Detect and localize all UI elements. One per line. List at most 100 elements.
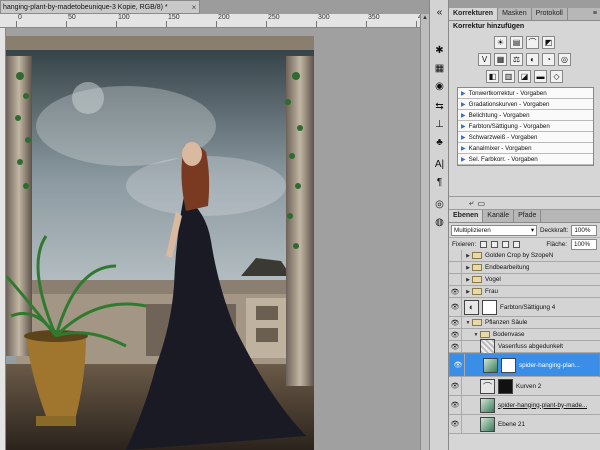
invert-icon[interactable]: ◧ xyxy=(486,70,499,83)
canvas-area[interactable] xyxy=(6,28,426,450)
brightness-icon[interactable]: ☀ xyxy=(494,36,507,49)
layer-mask-thumbnail[interactable] xyxy=(501,357,516,373)
ruler-tick xyxy=(16,21,17,27)
layer-row[interactable]: 👁 Vasenfuss abgedunkelt xyxy=(449,339,600,354)
layer-row[interactable]: 👁 ▼ Pflanzen Säule xyxy=(449,317,600,329)
preset-item[interactable]: ▶ Schwarzweiß - Vorgaben xyxy=(458,132,593,143)
layer-row[interactable]: 👁 Ebene 21 xyxy=(449,415,600,434)
disclosure-arrow-icon[interactable]: ▶ xyxy=(464,277,472,283)
opacity-label: Deckkraft: xyxy=(540,226,569,234)
preset-item[interactable]: ▶ Sel. Farbkorr. - Vorgaben xyxy=(458,154,593,165)
exposure-icon[interactable]: ◩ xyxy=(542,36,555,49)
visibility-eye-icon[interactable]: 👁 xyxy=(449,286,462,297)
visibility-eye-icon[interactable]: 👁 xyxy=(449,329,462,340)
expand-arrow-icon[interactable]: ▶ xyxy=(458,123,469,130)
visibility-eye-icon[interactable]: 👁 xyxy=(449,415,462,433)
photo-filter-icon[interactable]: ◔ xyxy=(542,53,555,66)
swatches-panel-icon[interactable]: ▦ xyxy=(433,62,446,75)
3d-panel-icon[interactable]: ◎ xyxy=(433,198,446,211)
lock-pixels-icon[interactable] xyxy=(491,241,499,248)
visibility-eye-icon[interactable]: 👁 xyxy=(449,298,462,316)
vibrance-icon[interactable]: V xyxy=(478,53,491,66)
character-panel-icon[interactable]: A| xyxy=(433,158,446,171)
paragraph-panel-icon[interactable]: ¶ xyxy=(433,176,446,189)
threshold-icon[interactable]: ◪ xyxy=(518,70,531,83)
expand-arrow-icon[interactable]: ▶ xyxy=(458,90,469,97)
disclosure-arrow-icon[interactable]: ▶ xyxy=(464,289,472,295)
opacity-field[interactable]: 100% xyxy=(571,224,598,236)
artwork-image[interactable] xyxy=(6,36,314,450)
visibility-eye-icon[interactable]: 👁 xyxy=(449,317,462,328)
expand-arrow-icon[interactable]: ▶ xyxy=(458,145,469,152)
canvas-scrollbar[interactable]: ▲ xyxy=(420,14,429,450)
expand-arrow-icon[interactable]: ▶ xyxy=(458,112,469,119)
preset-item[interactable]: ▶ Tonwertkorrektur - Vorgaben xyxy=(458,88,593,99)
layer-row[interactable]: 👁 ◐ Farbton/Sättigung 4 xyxy=(449,298,600,317)
tab-protokoll[interactable]: Protokoll xyxy=(532,8,568,20)
layer-row[interactable]: 👁 spider-hanging-plant-by-made... xyxy=(449,396,600,415)
lock-position-icon[interactable] xyxy=(502,241,510,248)
clone-panel-icon[interactable]: ⊥ xyxy=(433,118,446,131)
disclosure-arrow-icon[interactable]: ▼ xyxy=(464,320,472,326)
scroll-up-icon[interactable]: ▲ xyxy=(421,14,429,23)
collapse-arrows-icon[interactable]: « xyxy=(433,6,446,19)
visibility-eye-icon[interactable]: 👁 xyxy=(449,377,462,395)
tab-ebenen[interactable]: Ebenen xyxy=(449,210,484,222)
channel-mixer-icon[interactable]: ◎ xyxy=(558,53,571,66)
return-icon[interactable]: ⤶ xyxy=(469,198,473,208)
layer-row[interactable]: 👁 ⌒ Kurven 2 xyxy=(449,377,600,396)
layer-row[interactable]: ▶ Golden Crop by SzopeN xyxy=(449,250,600,262)
gradient-map-icon[interactable]: ▬ xyxy=(534,70,547,83)
disclosure-arrow-icon[interactable]: ▼ xyxy=(472,332,480,338)
expand-arrow-icon[interactable]: ▶ xyxy=(458,101,469,108)
layer-row[interactable]: 👁 ▶ Frau xyxy=(449,286,600,298)
layer-row[interactable]: ▶ Vogel xyxy=(449,274,600,286)
preset-item[interactable]: ▶ Farbton/Sättigung - Vorgaben xyxy=(458,121,593,132)
tab-kanaele[interactable]: Kanäle xyxy=(483,210,515,222)
hue-saturation-icon[interactable]: ▦ xyxy=(494,53,507,66)
close-icon[interactable]: × xyxy=(189,3,199,12)
lock-all-icon[interactable] xyxy=(513,241,521,248)
expand-arrow-icon[interactable]: ▶ xyxy=(458,134,469,141)
preset-item[interactable]: ▶ Gradationskurven - Vorgaben xyxy=(458,99,593,110)
tab-masken[interactable]: Masken xyxy=(498,8,532,20)
styles-panel-icon[interactable]: ◉ xyxy=(433,80,446,93)
disclosure-arrow-icon[interactable]: ▶ xyxy=(464,253,472,259)
expand-arrow-icon[interactable]: ▶ xyxy=(458,156,469,163)
fill-field[interactable]: 100% xyxy=(571,239,597,250)
visibility-eye-icon[interactable]: 👁 xyxy=(452,354,465,376)
layer-name: Vogel xyxy=(485,276,501,283)
layer-row[interactable]: 👁 spider-hanging-plan... xyxy=(449,353,600,377)
visibility-eye-icon[interactable]: 👁 xyxy=(449,396,462,414)
visibility-eye-icon[interactable] xyxy=(449,250,462,261)
blend-mode-select[interactable]: Multiplizieren ▾ xyxy=(451,224,537,236)
lock-transparency-icon[interactable] xyxy=(480,241,488,248)
tab-pfade[interactable]: Pfade xyxy=(514,210,542,222)
panel-menu-icon[interactable]: ≡ xyxy=(590,8,600,20)
brush-panel-icon[interactable]: ⇆ xyxy=(433,100,446,113)
levels-icon[interactable]: ▤ xyxy=(510,36,523,49)
preset-item[interactable]: ▶ Kanalmixer - Vorgaben xyxy=(458,143,593,154)
tool-presets-icon[interactable]: ♣ xyxy=(433,136,446,149)
visibility-eye-icon[interactable] xyxy=(449,262,462,273)
layer-mask-thumbnail[interactable] xyxy=(498,378,513,394)
layer-row[interactable]: 👁 ▼ Bodenvase xyxy=(449,329,600,341)
fit-icon[interactable]: ▭ xyxy=(477,199,485,208)
layer-row[interactable]: ▶ Endbearbeitung xyxy=(449,262,600,274)
document-tab[interactable]: hanging-plant-by-madetobeunique-3 Kopie,… xyxy=(0,0,200,14)
color-panel-icon[interactable]: ✱ xyxy=(433,44,446,57)
selective-color-icon[interactable]: ◇ xyxy=(550,70,563,83)
layer-name: Frau xyxy=(485,288,498,295)
navigator-panel-icon[interactable]: ◍ xyxy=(433,216,446,229)
tab-korrekturen[interactable]: Korrekturen xyxy=(449,8,499,20)
black-white-icon[interactable]: ◐ xyxy=(526,53,539,66)
preset-item[interactable]: ▶ Belichtung - Vorgaben xyxy=(458,110,593,121)
ruler-number: 200 xyxy=(218,14,230,21)
layer-mask-thumbnail[interactable] xyxy=(482,299,497,315)
disclosure-arrow-icon[interactable]: ▶ xyxy=(464,265,472,271)
posterize-icon[interactable]: ▥ xyxy=(502,70,515,83)
visibility-eye-icon[interactable] xyxy=(449,274,462,285)
curves-icon[interactable]: ⌒ xyxy=(526,36,539,49)
color-balance-icon[interactable]: ⚖ xyxy=(510,53,523,66)
visibility-eye-icon[interactable]: 👁 xyxy=(449,341,462,352)
